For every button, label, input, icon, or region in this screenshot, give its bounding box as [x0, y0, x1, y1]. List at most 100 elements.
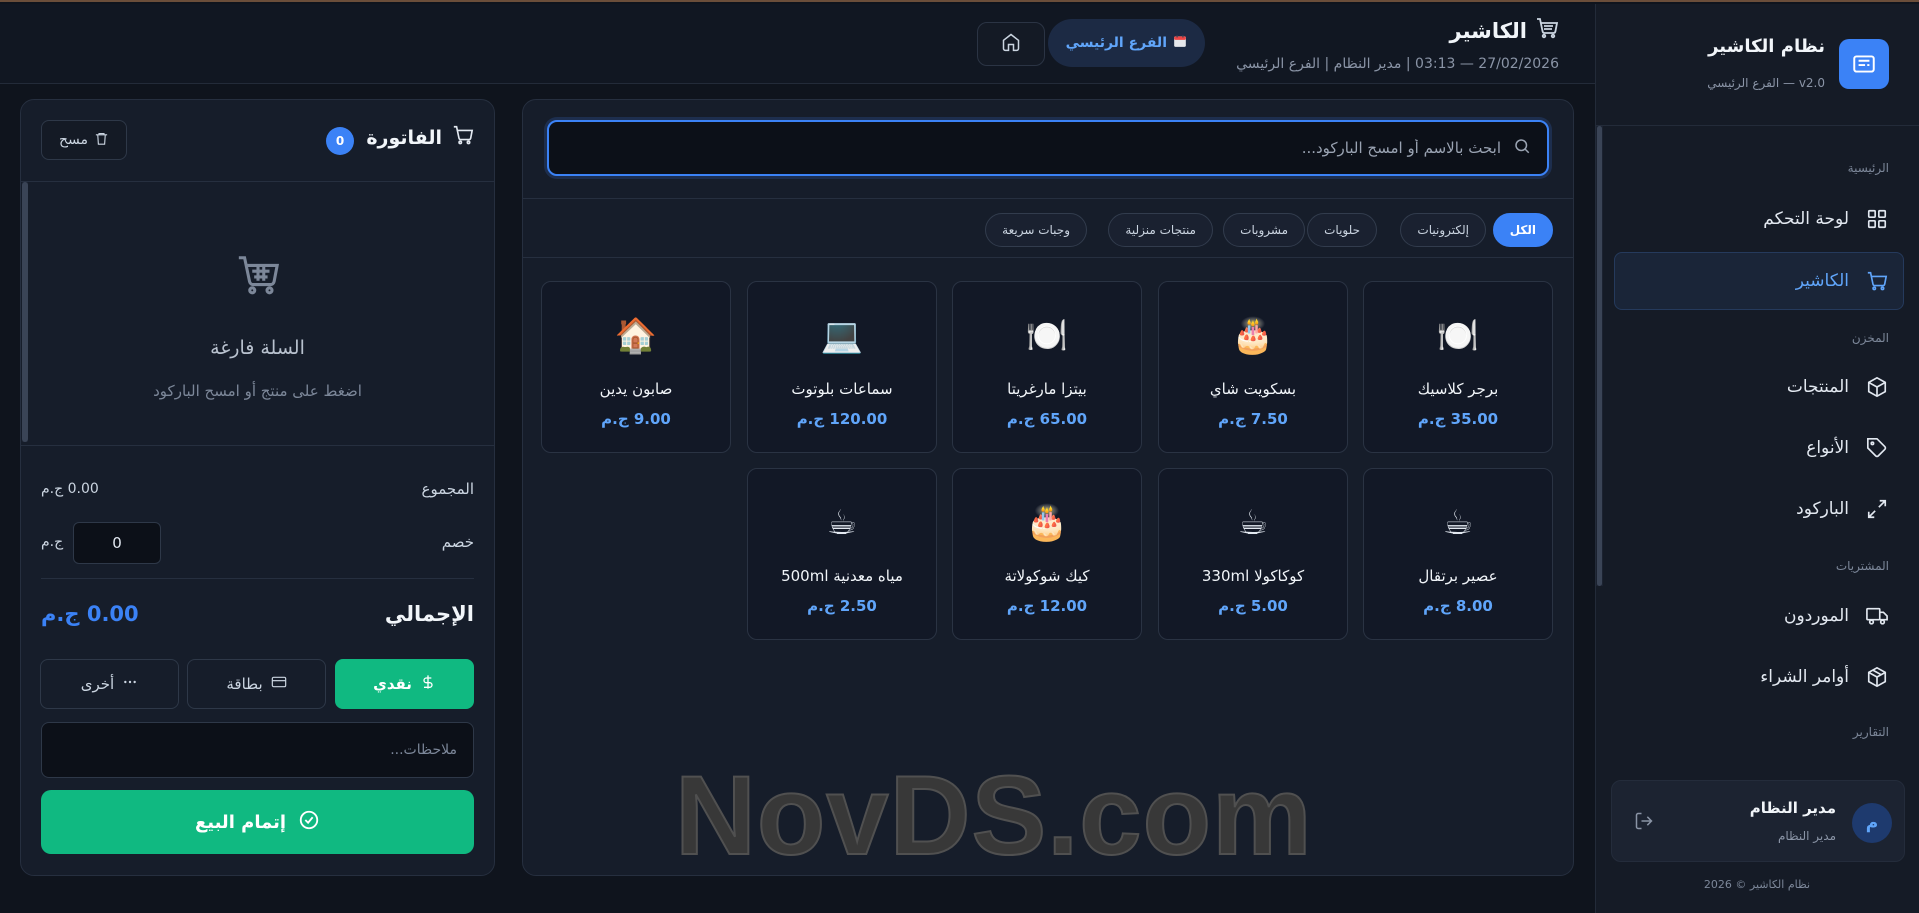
product-card[interactable]: 🍽️ برجر كلاسيك 35.00 ج.م	[1363, 281, 1553, 453]
page-title-text: الكاشير	[1449, 18, 1527, 43]
page-meta: 27/02/2026 — 03:13 | مدير النظام | الفرع…	[1236, 56, 1559, 72]
category-chip-drinks[interactable]: مشروبات	[1223, 213, 1305, 247]
product-card[interactable]: ☕ عصير برتقال 8.00 ج.م	[1363, 468, 1553, 640]
product-price: 12.00 ج.م	[1006, 597, 1088, 615]
category-chip-household[interactable]: منتجات منزلية	[1108, 213, 1213, 247]
product-card[interactable]: ☕ كوكاكولا 330ml 5.00 ج.م	[1158, 468, 1348, 640]
pay-other-button[interactable]: أخرى	[40, 659, 179, 709]
product-price: 7.50 ج.م	[1218, 410, 1288, 428]
category-chip-electronics[interactable]: إلكترونيات	[1400, 213, 1486, 247]
product-card[interactable]: 🏠 صابون يدين 9.00 ج.م	[541, 281, 731, 453]
product-price: 8.00 ج.م	[1423, 597, 1493, 615]
more-icon	[122, 674, 138, 694]
category-filter: الكل إلكترونيات حلويات مشروبات منتجات من…	[523, 198, 1573, 258]
sidebar-item-label: المنتجات	[1786, 377, 1849, 397]
card-icon	[271, 674, 287, 694]
product-card[interactable]: 💻 سماعات بلوتوث 120.00 ج.م	[747, 281, 937, 453]
product-price: 5.00 ج.م	[1218, 597, 1288, 615]
package-icon	[1865, 665, 1889, 689]
plate-icon: 🍽️	[1436, 316, 1480, 356]
category-chip-all[interactable]: الكل	[1492, 213, 1553, 247]
calendar-icon	[1173, 34, 1187, 52]
brand-subtitle: v2.0 — الفرع الرئيسي	[1707, 76, 1825, 90]
search-input[interactable]	[601, 122, 1501, 174]
brand-title: نظام الكاشير	[1708, 36, 1825, 57]
clear-label: مسح	[58, 132, 89, 148]
copyright: نظام الكاشير © 2026	[1703, 878, 1811, 891]
category-chip-fastfood[interactable]: وجبات سريعة	[985, 213, 1087, 247]
brand: نظام الكاشير v2.0 — الفرع الرئيسي	[1596, 4, 1919, 126]
cart-title-icon	[1535, 16, 1559, 45]
sidebar-item-categories[interactable]: الأنواع	[1614, 419, 1904, 477]
category-chip-sweets[interactable]: حلويات	[1307, 213, 1377, 247]
laptop-icon: 💻	[820, 316, 864, 356]
discount-unit: ج.م	[41, 534, 64, 550]
sidebar-item-label: الباركود	[1796, 499, 1849, 519]
search-icon	[1513, 137, 1531, 159]
product-card[interactable]: 🍽️ بيتزا مارغريتا 65.00 ج.م	[952, 281, 1142, 453]
sidebar-item-label: لوحة التحكم	[1763, 209, 1849, 229]
pay-method-label: أخرى	[80, 675, 115, 693]
sidebar-item-label: الموردون	[1784, 606, 1849, 626]
sidebar-item-dashboard[interactable]: لوحة التحكم	[1614, 190, 1904, 248]
expand-icon	[1865, 497, 1889, 521]
product-name: مياه معدنية 500ml	[781, 567, 903, 585]
item-count-badge: 0	[326, 127, 354, 155]
complete-sale-label: إتمام البيع	[194, 811, 287, 833]
cart-empty-state: السلة فارغة اضغط على منتج أو امسح البارك…	[21, 182, 494, 446]
complete-sale-button[interactable]: إتمام البيع	[41, 790, 474, 854]
product-name: عصير برتقال	[1418, 567, 1498, 585]
product-name: صابون يدين	[599, 380, 673, 398]
discount-label: خصم	[441, 533, 474, 551]
product-name: بسكويت شاي	[1209, 380, 1297, 398]
cart-scrollbar[interactable]	[22, 182, 28, 442]
cake-icon: 🎂	[1231, 316, 1275, 356]
coffee-icon: ☕	[1442, 503, 1474, 543]
pay-method-label: نقدي	[373, 675, 412, 693]
dollar-icon	[420, 674, 436, 694]
subtotal-label: المجموع	[421, 480, 474, 498]
home-button[interactable]	[977, 22, 1045, 66]
top-header: الكاشير 27/02/2026 — 03:13 | مدير النظام…	[0, 4, 1595, 84]
grand-total-label: الإجمالي	[384, 602, 474, 626]
sidebar-item-cashier[interactable]: الكاشير	[1614, 252, 1904, 310]
pay-card-button[interactable]: بطاقة	[187, 659, 326, 709]
product-card[interactable]: 🎂 بسكويت شاي 7.50 ج.م	[1158, 281, 1348, 453]
sidebar-scrollbar[interactable]	[1596, 126, 1603, 586]
empty-title: السلة فارغة	[210, 337, 305, 359]
branch-name: الفرع الرئيسي	[1065, 35, 1167, 51]
product-name: كيك شوكولاتة	[1004, 567, 1090, 585]
coffee-icon: ☕	[826, 503, 858, 543]
product-name: كوكاكولا 330ml	[1201, 567, 1305, 585]
sidebar-item-purchase-orders[interactable]: أوامر الشراء	[1614, 648, 1904, 706]
sidebar-item-label: الأنواع	[1806, 438, 1849, 458]
tag-icon	[1865, 436, 1889, 460]
user-card[interactable]: م مدير النظام مدير النظام	[1611, 780, 1905, 862]
house-icon: 🏠	[614, 316, 658, 356]
sidebar-item-suppliers[interactable]: الموردون	[1614, 587, 1904, 645]
invoice-title-text: الفاتورة	[366, 126, 442, 149]
sidebar-item-barcode[interactable]: الباركود	[1614, 480, 1904, 538]
product-price: 9.00 ج.م	[601, 410, 671, 428]
empty-cart-icon	[21, 252, 494, 302]
section-label-reports: التقارير	[1852, 725, 1889, 739]
cart-icon	[1865, 269, 1889, 293]
sidebar-item-products[interactable]: المنتجات	[1614, 358, 1904, 416]
product-price: 2.50 ج.م	[807, 597, 877, 615]
section-label-inventory: المخزن	[1851, 331, 1889, 345]
pay-cash-button[interactable]: نقدي	[335, 659, 474, 709]
product-card[interactable]: 🎂 كيك شوكولاتة 12.00 ج.م	[952, 468, 1142, 640]
branch-badge[interactable]: الفرع الرئيسي	[1047, 19, 1205, 67]
notes-input[interactable]	[41, 722, 474, 778]
product-name: بيتزا مارغريتا	[1007, 380, 1087, 398]
cashier-logo-icon	[1839, 39, 1889, 89]
product-card[interactable]: ☕ مياه معدنية 500ml 2.50 ج.م	[747, 468, 937, 640]
search-box[interactable]	[547, 120, 1549, 176]
sidebar: نظام الكاشير v2.0 — الفرع الرئيسي الرئيس…	[1595, 4, 1919, 913]
logout-icon[interactable]	[1632, 809, 1656, 833]
section-label-main: الرئيسية	[1847, 161, 1889, 175]
discount-input[interactable]	[73, 522, 161, 564]
grid-icon	[1865, 207, 1889, 231]
clear-cart-button[interactable]: مسح	[41, 120, 127, 160]
page-title: الكاشير	[1450, 16, 1559, 45]
